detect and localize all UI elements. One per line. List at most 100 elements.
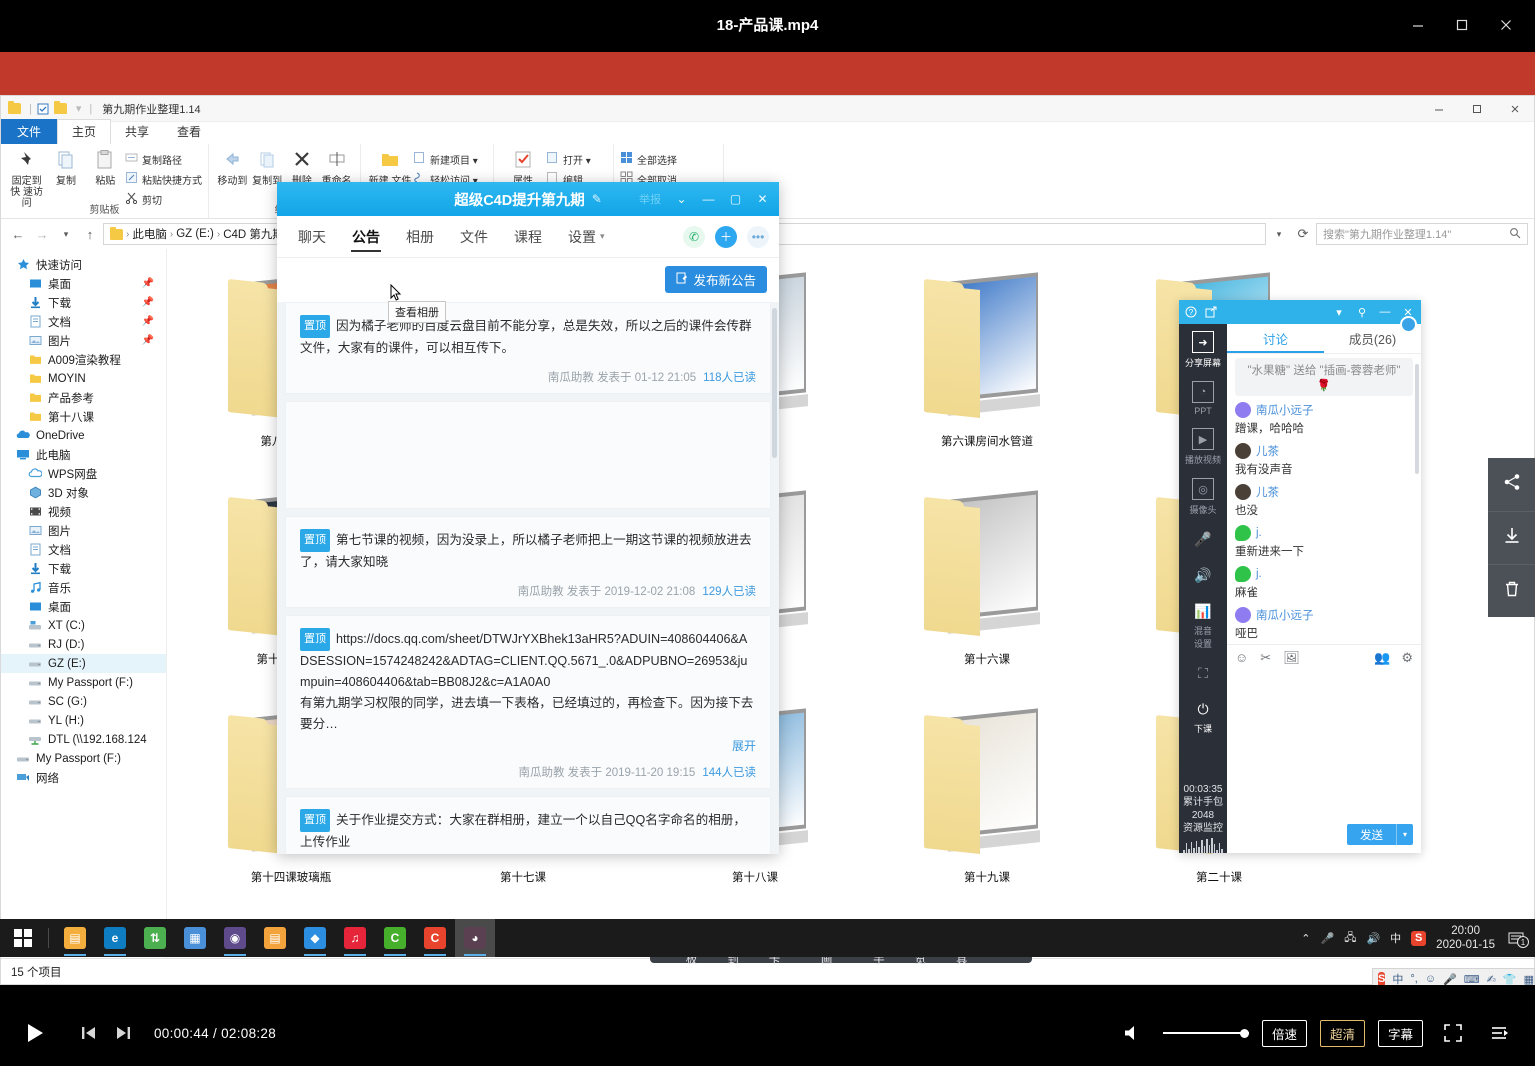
- rail-button-分享屏幕[interactable]: ➜分享屏幕: [1179, 324, 1227, 374]
- handwriting-icon[interactable]: ✍: [1487, 973, 1496, 986]
- chat-sender-name[interactable]: j.: [1256, 568, 1262, 580]
- taskbar-app-media-app[interactable]: ◆: [295, 919, 335, 957]
- tree-item-18[interactable]: 桌面: [1, 597, 166, 616]
- tree-item-16[interactable]: 下载: [1, 559, 166, 578]
- keyboard-icon[interactable]: ⌨: [1464, 973, 1480, 986]
- tree-item-9[interactable]: OneDrive: [1, 426, 166, 445]
- rail-button-speaker-icon[interactable]: 🔊: [1179, 557, 1227, 593]
- subtitle-button[interactable]: 字幕: [1378, 1020, 1423, 1047]
- chevron-down-icon[interactable]: ▾: [1397, 830, 1413, 839]
- expand-link[interactable]: 展开: [300, 737, 756, 754]
- image-icon[interactable]: 🖼: [1283, 650, 1300, 666]
- move-to-button[interactable]: 移动到: [215, 147, 250, 187]
- avatar[interactable]: [1235, 484, 1251, 500]
- announcement-item[interactable]: 置顶https://docs.qq.com/sheet/DTWJrYXBhek1…: [285, 615, 771, 789]
- qq-close-icon[interactable]: ✕: [750, 182, 775, 216]
- quality-button[interactable]: 超清: [1320, 1020, 1365, 1047]
- taskbar-app-app-red[interactable]: C: [415, 919, 455, 957]
- taskbar-app-sync-app[interactable]: ⇅: [135, 919, 175, 957]
- chat-sender-name[interactable]: 南瓜小远子: [1256, 607, 1314, 623]
- tree-item-27[interactable]: 网络: [1, 768, 166, 787]
- search-input[interactable]: 搜索"第九期作业整理1.14": [1316, 223, 1528, 245]
- microphone-icon[interactable]: 🎤: [1321, 932, 1335, 945]
- ime-mode-indicator[interactable]: 中: [1390, 930, 1401, 946]
- network-icon[interactable]: 🖧: [1344, 929, 1356, 948]
- chevron-down-icon[interactable]: ▾: [1328, 300, 1350, 324]
- live-message-input[interactable]: [1227, 670, 1421, 819]
- help-icon[interactable]: ?: [1185, 306, 1197, 318]
- publish-announcement-button[interactable]: 发布新公告: [665, 266, 767, 293]
- folder-item[interactable]: 第十六课: [871, 477, 1103, 695]
- ribbon-tab-home[interactable]: 主页: [57, 119, 111, 145]
- skin-icon[interactable]: 👕: [1503, 973, 1517, 986]
- taskbar-app-netease-music[interactable]: ♫: [335, 919, 375, 957]
- chat-sender-name[interactable]: 儿茶: [1256, 443, 1279, 459]
- tree-item-24[interactable]: YL (H:): [1, 711, 166, 730]
- report-button[interactable]: 举报: [633, 191, 667, 207]
- copy-button[interactable]: 复制: [46, 147, 85, 187]
- play-icon[interactable]: [18, 1016, 52, 1050]
- share-button[interactable]: [1488, 458, 1535, 511]
- tree-item-25[interactable]: DTL (\\192.168.124: [1, 730, 166, 749]
- tree-item-1[interactable]: 桌面📌: [1, 274, 166, 293]
- tab-discussion[interactable]: 讨论: [1227, 324, 1324, 353]
- playlist-icon[interactable]: [1483, 1016, 1517, 1050]
- tab-settings[interactable]: 设置 ▾: [555, 216, 618, 258]
- pin-icon[interactable]: 📌: [142, 297, 154, 308]
- live-message-list[interactable]: "水果糖" 送给 "插画-蓉蓉老师" 🌹南瓜小远子蹭课，哈哈哈儿茶我有没声音儿茶…: [1227, 354, 1421, 644]
- tab-album[interactable]: 相册: [393, 216, 447, 258]
- minimize-icon[interactable]: [1399, 10, 1437, 40]
- folder-item[interactable]: 第十九课: [871, 695, 1103, 913]
- chevron-up-icon[interactable]: ⌃: [1301, 932, 1310, 945]
- pencil-icon[interactable]: ✎: [592, 192, 602, 206]
- taskbar-app-microsoft-edge[interactable]: e: [95, 919, 135, 957]
- tree-item-17[interactable]: 音乐: [1, 578, 166, 597]
- live-message-scrollbar[interactable]: [1415, 364, 1419, 474]
- taskbar-app-video-player[interactable]: ◕: [455, 919, 495, 957]
- at-member-icon[interactable]: 👥: [1374, 650, 1390, 666]
- download-button[interactable]: [1488, 511, 1535, 564]
- pin-icon[interactable]: 📌: [142, 278, 154, 289]
- half-width-icon[interactable]: °,: [1410, 973, 1417, 985]
- navigation-pane[interactable]: 快速访问桌面📌下载📌文档📌图片📌A009渲染教程MOYIN产品参考第十八课One…: [1, 249, 167, 958]
- breadcrumb-item-0[interactable]: 此电脑: [132, 226, 167, 242]
- tree-item-12[interactable]: 3D 对象: [1, 483, 166, 502]
- explorer-close-icon[interactable]: [1496, 96, 1534, 122]
- properties-button[interactable]: 属性: [500, 147, 546, 187]
- volume-slider[interactable]: [1163, 1026, 1249, 1040]
- quick-access-folder-icon[interactable]: [7, 102, 21, 116]
- ime-mode-label[interactable]: 中: [1392, 971, 1403, 985]
- tree-item-5[interactable]: A009渲染教程: [1, 350, 166, 369]
- rail-button-下课[interactable]: ⏻下课: [1179, 691, 1227, 740]
- tab-chat[interactable]: 聊天: [285, 216, 339, 258]
- live-minimize-icon[interactable]: —: [1374, 300, 1396, 324]
- tree-item-8[interactable]: 第十八课: [1, 407, 166, 426]
- tab-files[interactable]: 文件: [447, 216, 501, 258]
- previous-icon[interactable]: [72, 1016, 106, 1050]
- rail-button-播放视频[interactable]: ▶播放视频: [1179, 421, 1227, 471]
- tab-announcement[interactable]: 公告: [339, 216, 393, 258]
- delete-button[interactable]: [1488, 564, 1535, 617]
- volume-icon[interactable]: 🔊: [1366, 932, 1380, 945]
- volume-knob[interactable]: [1240, 1029, 1249, 1038]
- announcement-item[interactable]: [285, 401, 771, 509]
- pin-icon[interactable]: 📌: [142, 316, 154, 327]
- select-all-button[interactable]: 全部选择: [620, 151, 717, 167]
- rail-button-PPT[interactable]: ◔PPT: [1179, 374, 1227, 421]
- tree-item-20[interactable]: RJ (D:): [1, 635, 166, 654]
- taskbar-app-file-explorer[interactable]: ▤: [55, 919, 95, 957]
- tree-item-11[interactable]: WPS网盘: [1, 464, 166, 483]
- call-icon[interactable]: ✆: [683, 226, 705, 248]
- up-icon[interactable]: ↑: [79, 223, 101, 245]
- voice-icon[interactable]: 🎤: [1443, 973, 1457, 986]
- properties-icon[interactable]: [36, 102, 50, 116]
- announcement-item[interactable]: 置顶关于作业提交方式：大家在群相册，建立一个以自己QQ名字命名的相册，上传作业: [285, 796, 771, 854]
- copy-to-button[interactable]: 复制到: [250, 147, 285, 187]
- tree-item-4[interactable]: 图片📌: [1, 331, 166, 350]
- delete-button[interactable]: 删除: [285, 147, 320, 187]
- notification-center-icon[interactable]: 1: [1505, 930, 1527, 946]
- pin-icon[interactable]: 📌: [142, 335, 154, 346]
- playback-speed-button[interactable]: 倍速: [1262, 1020, 1307, 1047]
- ribbon-tab-file[interactable]: 文件: [1, 119, 57, 144]
- screenshot-icon[interactable]: ✂: [1260, 650, 1271, 666]
